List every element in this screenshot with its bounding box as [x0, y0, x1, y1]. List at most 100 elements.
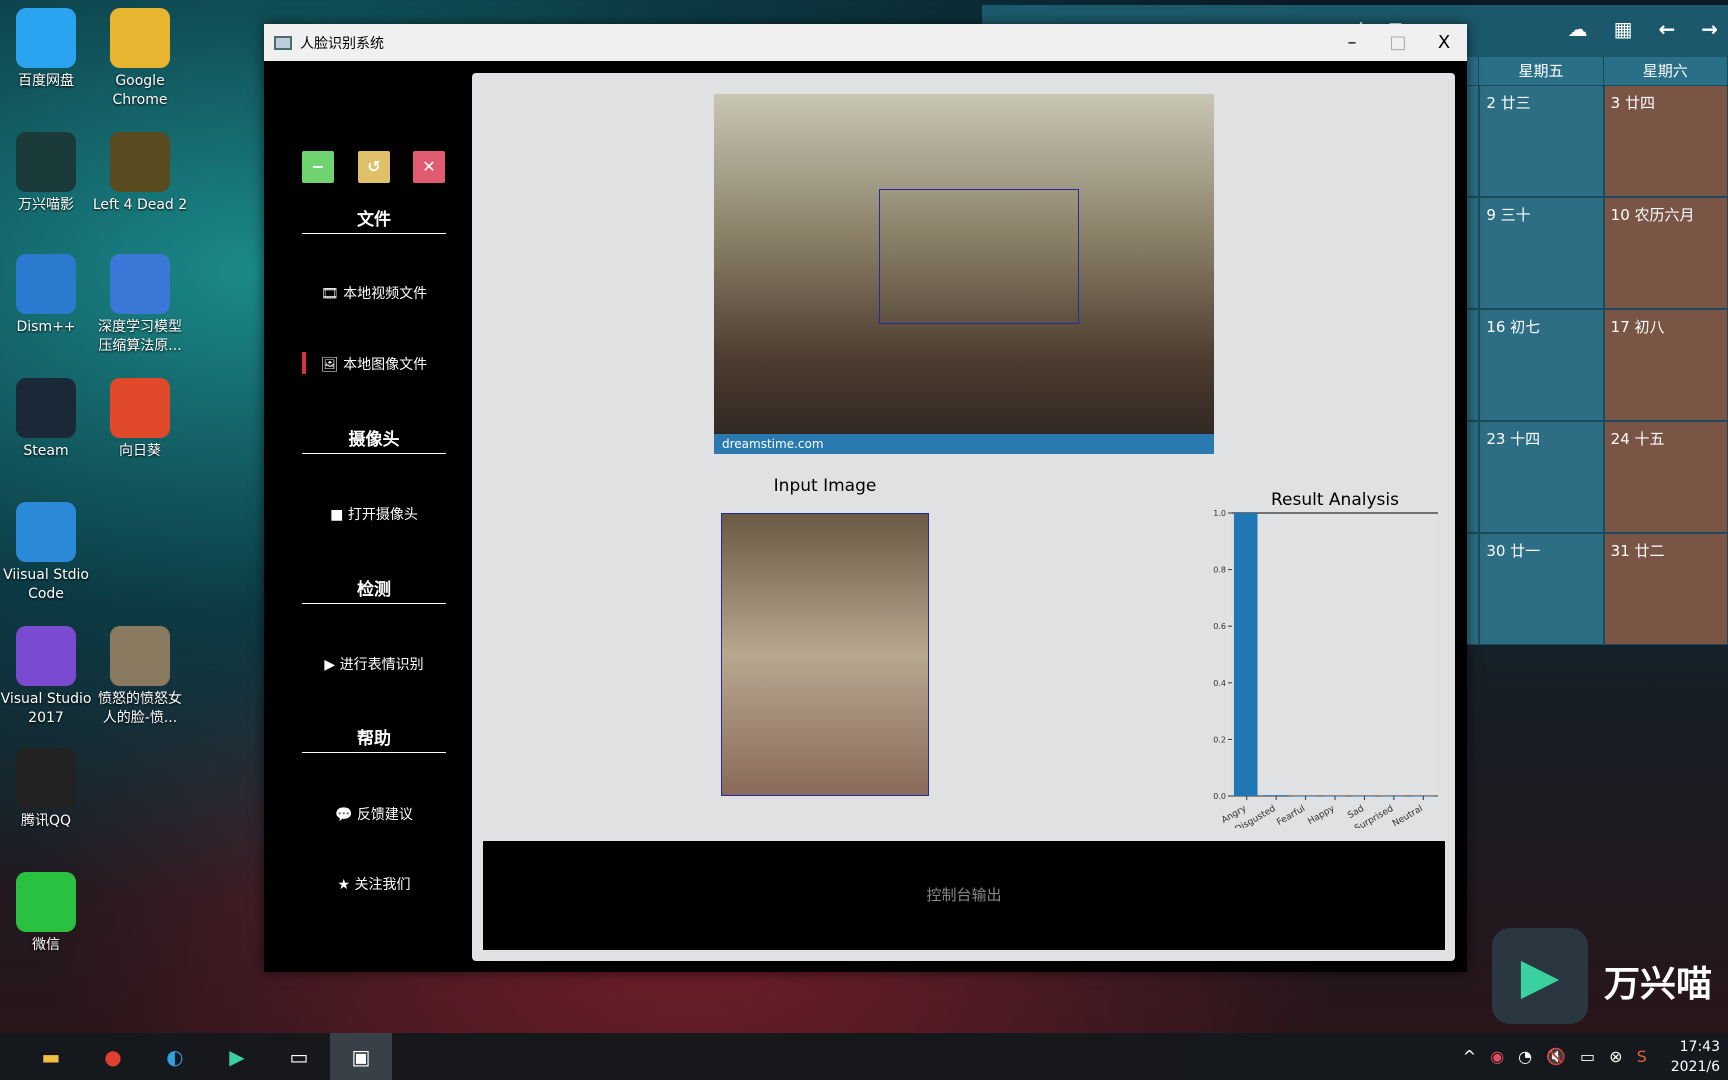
- terminal-icon[interactable]: ▭: [268, 1033, 330, 1080]
- watermark-logo-icon: ▶: [1492, 928, 1588, 1024]
- app-icon: [110, 254, 170, 314]
- wifi-icon[interactable]: ◔: [1518, 1047, 1532, 1066]
- calendar-day[interactable]: 23 十四: [1479, 421, 1604, 533]
- x-tick-label: Happy: [1306, 804, 1337, 828]
- console-output: 控制台输出: [483, 841, 1445, 950]
- desktop-icon[interactable]: 向日葵: [92, 378, 188, 461]
- sidebar-item[interactable]: ★ 关注我们: [284, 874, 464, 894]
- arrow-right-icon[interactable]: →: [1701, 17, 1718, 41]
- bar-sad: [1351, 796, 1376, 797]
- filmora-icon[interactable]: ▶: [206, 1033, 268, 1080]
- desktop-icon[interactable]: 深度学习模型压缩算法原...: [92, 254, 188, 356]
- app-icon: [110, 8, 170, 68]
- desktop-icon[interactable]: 腾讯QQ: [0, 748, 94, 831]
- watermark-text: 万兴喵: [1604, 964, 1713, 1005]
- app-taskbar-icon[interactable]: ▣: [330, 1033, 392, 1080]
- weekday-header: 星期六: [1603, 57, 1728, 85]
- sidebar-item-icon: 🖼: [320, 357, 339, 373]
- desktop-icon-label: 百度网盘: [18, 73, 74, 89]
- desktop-icon[interactable]: 愤怒的愤怒女人的脸-愤...: [92, 626, 188, 728]
- desktop-icon-label: 腾讯QQ: [20, 813, 72, 829]
- close-button[interactable]: X: [1421, 24, 1467, 61]
- desktop-icon[interactable]: 万兴喵影: [0, 132, 94, 215]
- sidebar-item-label: 打开摄像头: [347, 507, 418, 523]
- calendar-day[interactable]: 2 廿三: [1479, 85, 1604, 197]
- calendar-day[interactable]: 30 廿一: [1479, 533, 1604, 645]
- calendar-day[interactable]: 16 初七: [1479, 309, 1604, 421]
- calendar-day[interactable]: 3 廿四: [1603, 85, 1728, 197]
- bar-surprised: [1381, 796, 1405, 797]
- desktop-icon[interactable]: Steam: [0, 378, 94, 461]
- sidebar-item-icon: ▶: [324, 657, 336, 673]
- desktop-icon-label: 愤怒的愤怒女人的脸-愤...: [98, 691, 182, 726]
- active-indicator: [302, 352, 306, 374]
- sidebar-item-icon: ■: [330, 507, 344, 523]
- bar-happy: [1322, 796, 1346, 797]
- sidebar-item[interactable]: ■ 打开摄像头: [284, 504, 464, 524]
- cloud-check-icon[interactable]: ☁: [1568, 17, 1588, 41]
- desktop-icon-label: Left 4 Dead 2: [92, 197, 188, 213]
- main-panel: dreamstime.com Input Image Result Analys…: [472, 73, 1455, 961]
- window-title: 人脸识别系统: [300, 35, 384, 52]
- app-icon: [110, 378, 170, 438]
- image-watermark: dreamstime.com: [714, 434, 1214, 454]
- desktop-icon[interactable]: Visual Studio 2017: [0, 626, 94, 728]
- app-icon: [16, 254, 76, 314]
- sidebar-item-icon: 💬: [335, 807, 353, 823]
- close-circle-icon[interactable]: ⊗: [1609, 1047, 1622, 1066]
- app-window: 人脸识别系统 – □ X − ↺ ✕ 文件 🎞 本地视频文件 🖼 本地图像文件 摄像头…: [264, 24, 1467, 972]
- sidebar-item-icon: ★: [337, 877, 351, 893]
- desktop-icon[interactable]: Google Chrome: [92, 8, 188, 110]
- close-app-button[interactable]: ✕: [413, 151, 445, 183]
- restore-app-button[interactable]: ↺: [358, 151, 390, 183]
- sidebar-item[interactable]: ▶ 进行表情识别: [284, 654, 464, 674]
- minimize-app-button[interactable]: −: [302, 151, 334, 183]
- face-bounding-box: [879, 189, 1079, 324]
- weekday-header: 星期五: [1479, 57, 1604, 85]
- arrow-left-icon[interactable]: ←: [1658, 17, 1675, 41]
- edge-icon[interactable]: ◐: [144, 1033, 206, 1080]
- calendar-day[interactable]: 24 十五: [1603, 421, 1728, 533]
- bar-disgusted: [1263, 795, 1287, 796]
- desktop-icon-label: Viisual Stdio Code: [3, 567, 89, 602]
- start-button[interactable]: [0, 1033, 20, 1080]
- sidebar-item[interactable]: 🖼 本地图像文件: [284, 352, 464, 374]
- calendar-day[interactable]: 31 廿二: [1603, 533, 1728, 645]
- desktop-icon[interactable]: Dism++: [0, 254, 94, 337]
- y-tick-label: 0.8: [1213, 566, 1226, 575]
- file-explorer-icon[interactable]: ▬: [20, 1033, 82, 1080]
- maximize-button[interactable]: □: [1375, 24, 1421, 61]
- mute-icon[interactable]: 🔇: [1546, 1047, 1566, 1066]
- clock-date[interactable]: 2021/6: [1671, 1057, 1720, 1077]
- app-icon: [16, 872, 76, 932]
- calendar-day[interactable]: 9 三十: [1479, 197, 1604, 309]
- app-icon: [110, 132, 170, 192]
- bar-angry: [1233, 513, 1258, 796]
- record-icon[interactable]: ◉: [1490, 1047, 1504, 1066]
- desktop-icon[interactable]: Left 4 Dead 2: [92, 132, 188, 215]
- desktop-icon-label: 微信: [32, 937, 60, 953]
- source-image: dreamstime.com: [714, 94, 1214, 454]
- taskbar: ▬ ● ◐ ▶ ▭ ▣ ^ ◉ ◔ 🔇 ▭ ⊗ S 17:43 2021/6: [0, 1033, 1728, 1080]
- desktop-icon-label: 万兴喵影: [18, 197, 74, 213]
- calendar-day[interactable]: 10 农历六月: [1603, 197, 1728, 309]
- desktop-icon[interactable]: 微信: [0, 872, 94, 955]
- desktop-icon[interactable]: 百度网盘: [0, 8, 94, 91]
- result-chart: Result Analysis0.00.20.40.60.81.0AngryDi…: [1213, 490, 1439, 828]
- minimize-button[interactable]: –: [1329, 24, 1375, 61]
- x-tick-label: Fearful: [1275, 804, 1307, 828]
- app-icon: [16, 748, 76, 808]
- calendar-day[interactable]: 17 初八: [1603, 309, 1728, 421]
- sogou-icon[interactable]: S: [1637, 1047, 1647, 1066]
- sidebar-item[interactable]: 🎞 本地视频文件: [284, 283, 464, 303]
- sidebar-item-label: 本地图像文件: [343, 357, 428, 373]
- desktop-icon[interactable]: Viisual Stdio Code: [0, 502, 94, 604]
- calendar-icon[interactable]: ▦: [1614, 17, 1633, 41]
- battery-icon[interactable]: ▭: [1580, 1047, 1595, 1066]
- sidebar-item-icon: 🎞: [320, 286, 339, 302]
- chrome-icon[interactable]: ●: [82, 1033, 144, 1080]
- chevron-up-icon[interactable]: ^: [1463, 1047, 1476, 1066]
- sidebar-item[interactable]: 💬 反馈建议: [284, 804, 464, 824]
- clock-time[interactable]: 17:43: [1671, 1037, 1720, 1057]
- sidebar-item-label: 本地视频文件: [343, 286, 428, 302]
